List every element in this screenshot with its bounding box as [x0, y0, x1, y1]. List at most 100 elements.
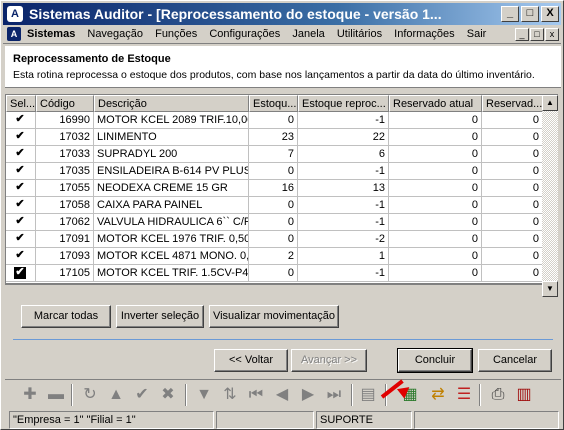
table-row[interactable]: ✔ 17033 SUPRADYL 200 7 6 0 0: [6, 146, 542, 163]
avancar-button[interactable]: Avançar >>: [291, 349, 367, 372]
table-row[interactable]: ✔ 17105 MOTOR KCEL TRIF. 1.5CV-P4 0 -1 0…: [6, 265, 542, 282]
reproc-cell: -1: [298, 163, 389, 180]
reservado-atual-cell: 0: [389, 129, 482, 146]
minus-icon[interactable]: ▬: [45, 384, 67, 406]
vertical-scrollbar[interactable]: ▲ ▼: [542, 94, 558, 297]
reservado-atual-cell: 0: [389, 214, 482, 231]
table-row[interactable]: ✔ 17093 MOTOR KCEL 4871 MONO. 0,5 2 1 0 …: [6, 248, 542, 265]
scroll-down-icon[interactable]: ▼: [542, 281, 558, 297]
estoque-cell: 0: [249, 214, 298, 231]
reservado-cell: 0: [482, 231, 542, 248]
menu-sistemas[interactable]: Sistemas: [27, 28, 75, 40]
table-row[interactable]: ✔ 16990 MOTOR KCEL 2089 TRIF.10,00 0 -1 …: [6, 112, 542, 129]
col-header-estoque[interactable]: Estoqu...: [249, 95, 298, 112]
select-checkbox[interactable]: ✔: [14, 182, 26, 194]
descricao-cell: MOTOR KCEL 4871 MONO. 0,5: [94, 248, 249, 265]
select-checkbox[interactable]: ✔: [14, 165, 26, 177]
plus-icon[interactable]: ✚: [19, 384, 41, 406]
list-icon[interactable]: ☰: [453, 384, 475, 406]
reproc-cell: -2: [298, 231, 389, 248]
document-icon[interactable]: ▤: [357, 384, 379, 406]
reservado-atual-cell: 0: [389, 231, 482, 248]
descricao-cell: SUPRADYL 200: [94, 146, 249, 163]
menu-utilitarios[interactable]: Utilitários: [337, 28, 382, 40]
select-checkbox[interactable]: ✔: [14, 267, 26, 279]
reservado-atual-cell: 0: [389, 180, 482, 197]
marcar-todas-button[interactable]: Marcar todas: [21, 305, 111, 328]
scroll-up-icon[interactable]: ▲: [542, 95, 558, 111]
menu-informacoes[interactable]: Informações: [394, 28, 455, 40]
menu-configuracoes[interactable]: Configurações: [209, 28, 280, 40]
select-checkbox[interactable]: ✔: [14, 233, 26, 245]
select-checkbox[interactable]: ✔: [14, 131, 26, 143]
cancelar-button[interactable]: Cancelar: [478, 349, 552, 372]
select-checkbox[interactable]: ✔: [14, 216, 26, 228]
minimize-button[interactable]: _: [501, 6, 519, 22]
reservado-atual-cell: 0: [389, 163, 482, 180]
table-row[interactable]: ✔ 17091 MOTOR KCEL 1976 TRIF. 0,50 0 -2 …: [6, 231, 542, 248]
mdi-restore-button[interactable]: □: [530, 28, 544, 41]
estoque-cell: 7: [249, 146, 298, 163]
reproc-cell: -1: [298, 197, 389, 214]
col-header-estoque-reproc[interactable]: Estoque reproc...: [298, 95, 389, 112]
table-row[interactable]: ✔ 17035 ENSILADEIRA B-614 PV PLUS 0 -1 0…: [6, 163, 542, 180]
col-header-descricao[interactable]: Descrição: [94, 95, 249, 112]
codigo-cell: 17035: [36, 163, 94, 180]
col-header-reservado-atual[interactable]: Reservado atual: [389, 95, 482, 112]
select-checkbox[interactable]: ✔: [14, 148, 26, 160]
descricao-cell: MOTOR KCEL 1976 TRIF. 0,50: [94, 231, 249, 248]
menu-janela[interactable]: Janela: [292, 28, 324, 40]
voltar-button[interactable]: << Voltar: [214, 349, 288, 372]
status-panel-empty: [216, 411, 314, 429]
col-header-reservado[interactable]: Reservad...: [482, 95, 542, 112]
up-icon[interactable]: ▲: [105, 384, 127, 406]
visualizar-movimentacao-button[interactable]: Visualizar movimentação: [209, 305, 339, 328]
horizontal-scrollbar[interactable]: [5, 284, 542, 296]
menu-app-icon[interactable]: A: [7, 27, 21, 41]
estoque-cell: 16: [249, 180, 298, 197]
close-button[interactable]: X: [541, 6, 559, 22]
select-checkbox[interactable]: ✔: [14, 199, 26, 211]
toolbar: ✚ ▬ ↻ ▲ ✔ ✖ ▼ ⇅ ⏮ ◀ ▶ ⏭ ▤ ▦ ⇄ ☰ ⎙ ▥: [5, 379, 561, 409]
refresh-icon[interactable]: ↻: [79, 384, 101, 406]
descricao-cell: MOTOR KCEL 2089 TRIF.10,00: [94, 112, 249, 129]
reservado-atual-cell: 0: [389, 197, 482, 214]
menu-funcoes[interactable]: Funções: [155, 28, 197, 40]
products-grid[interactable]: Sel... Código Descrição Estoqu... Estoqu…: [5, 94, 542, 284]
first-icon[interactable]: ⏮: [245, 384, 267, 406]
separator: [13, 339, 553, 341]
menu-sair[interactable]: Sair: [467, 28, 487, 40]
table-row[interactable]: ✔ 17055 NEODEXA CREME 15 GR 16 13 0 0: [6, 180, 542, 197]
inverter-selecao-button[interactable]: Inverter seleção: [116, 305, 204, 328]
app-icon: A: [7, 6, 23, 22]
print-icon[interactable]: ⎙: [487, 384, 509, 406]
table-row[interactable]: ✔ 17032 LINIMENTO 23 22 0 0: [6, 129, 542, 146]
mdi-minimize-button[interactable]: _: [515, 28, 529, 41]
table-row[interactable]: ✔ 17062 VALVULA HIDRAULICA 6`` C/F 0 -1 …: [6, 214, 542, 231]
maximize-button[interactable]: □: [521, 6, 539, 22]
codigo-cell: 17032: [36, 129, 94, 146]
next-icon[interactable]: ▶: [297, 384, 319, 406]
select-checkbox[interactable]: ✔: [14, 250, 26, 262]
concluir-button[interactable]: Concluir: [397, 348, 473, 373]
x-icon[interactable]: ✖: [157, 384, 179, 406]
report-icon[interactable]: ▥: [513, 384, 535, 406]
col-header-sel[interactable]: Sel...: [6, 95, 36, 112]
estoque-cell: 0: [249, 112, 298, 129]
table-row[interactable]: ✔ 17058 CAIXA PARA PAINEL 0 -1 0 0: [6, 197, 542, 214]
swap-icon[interactable]: ⇄: [427, 384, 449, 406]
last-icon[interactable]: ⏭: [323, 384, 345, 406]
estoque-cell: 23: [249, 129, 298, 146]
toolbar-separator: [185, 384, 187, 406]
mdi-close-button[interactable]: x: [545, 28, 559, 41]
select-checkbox[interactable]: ✔: [14, 114, 26, 126]
sort-icon[interactable]: ⇅: [219, 384, 241, 406]
prev-icon[interactable]: ◀: [271, 384, 293, 406]
filter-icon[interactable]: ▼: [193, 384, 215, 406]
col-header-codigo[interactable]: Código: [36, 95, 94, 112]
check-icon[interactable]: ✔: [131, 384, 153, 406]
descricao-cell: NEODEXA CREME 15 GR: [94, 180, 249, 197]
menu-navegacao[interactable]: Navegação: [87, 28, 143, 40]
reproc-cell: 13: [298, 180, 389, 197]
codigo-cell: 17105: [36, 265, 94, 282]
